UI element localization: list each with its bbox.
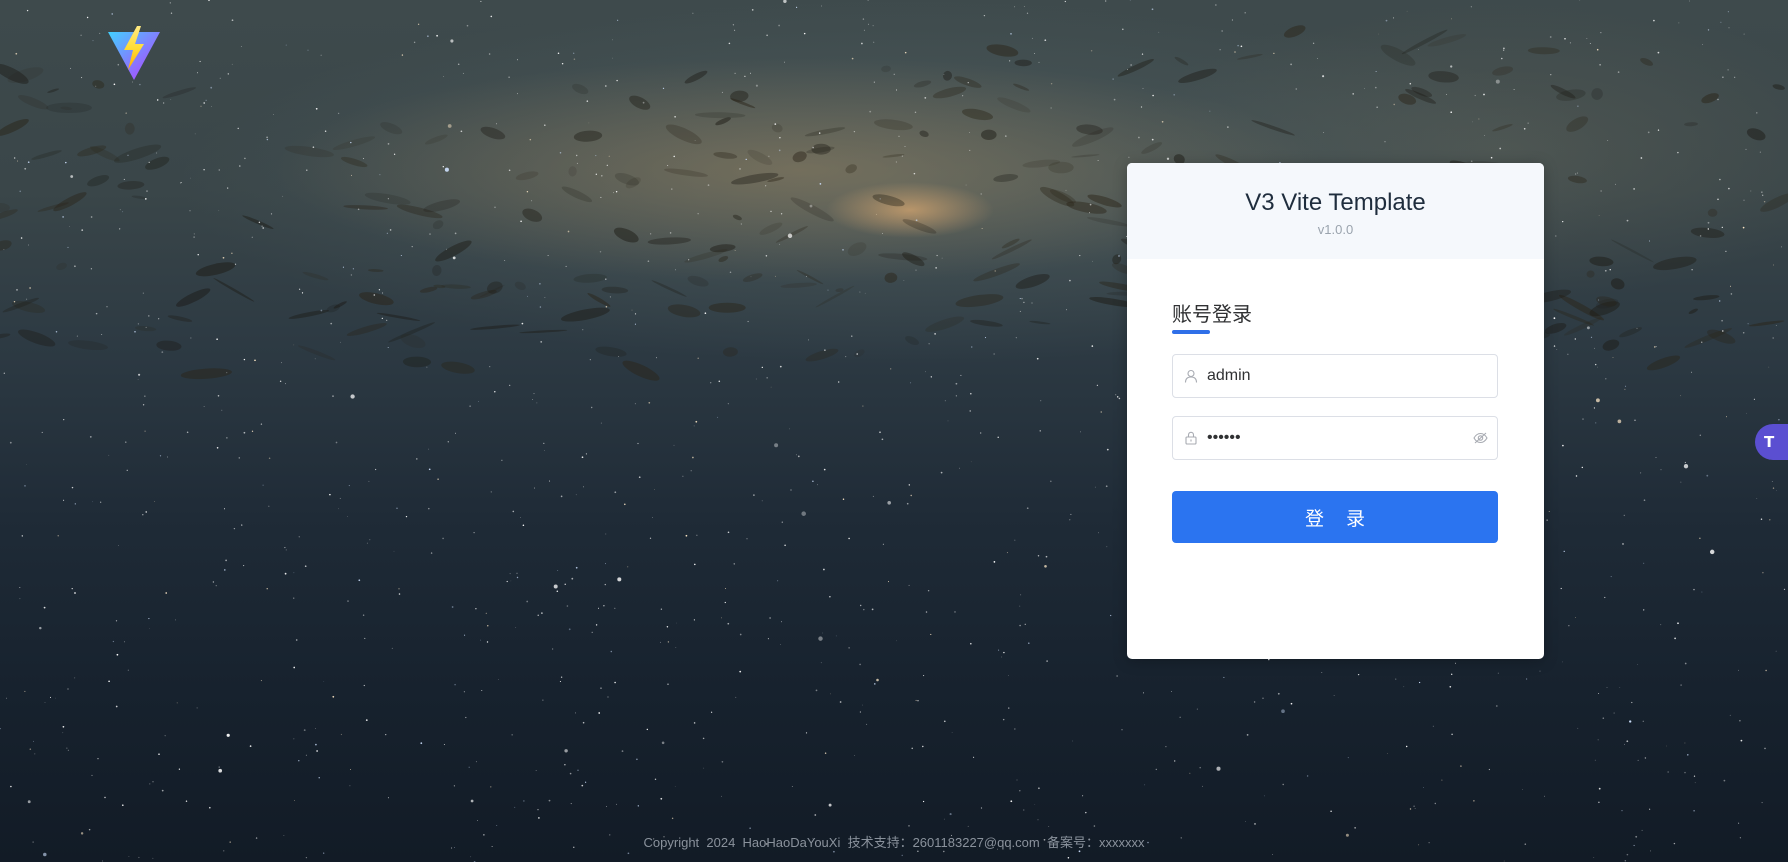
username-field[interactable] [1172,354,1498,398]
user-icon [1173,369,1207,383]
app-title: V3 Vite Template [1245,189,1426,216]
vite-logo-icon [106,26,162,82]
login-button[interactable]: 登 录 [1172,491,1498,543]
floating-side-badge[interactable]: T [1755,424,1788,460]
eye-icon[interactable] [1463,432,1497,444]
footer-copyright: Copyright 2024 HaoHaoDaYouXi 技术支持：260118… [643,835,1145,850]
card-header: V3 Vite Template v1.0.0 [1127,163,1544,259]
app-version: v1.0.0 [1317,222,1354,237]
username-input[interactable] [1207,356,1497,396]
password-input[interactable] [1207,418,1463,458]
tab-account-login[interactable]: 账号登录 [1172,303,1252,327]
login-card: V3 Vite Template v1.0.0 账号登录 admin •••••… [1127,163,1544,659]
password-field[interactable] [1172,416,1498,460]
side-badge-letter: T [1764,433,1775,451]
lock-icon [1173,431,1207,445]
active-tab-indicator [1172,330,1210,334]
